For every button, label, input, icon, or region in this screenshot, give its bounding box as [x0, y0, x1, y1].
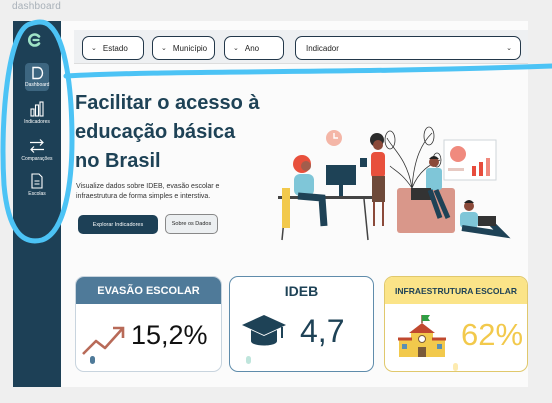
dropout-card[interactable]: EVASÃO ESCOLAR 15,2% [75, 276, 222, 372]
sidebar: Dashboard Indicadores Comparações Escola… [13, 21, 61, 387]
hero-title-line: educação básica [75, 121, 236, 143]
screenshot-stage: dashboard Dashboard Indicadores Comparaç… [0, 0, 552, 403]
file-list-icon [31, 173, 43, 189]
ideb-card[interactable]: IDEB 4,7 [229, 276, 374, 372]
window-label: dashboard [12, 1, 62, 12]
hero-illustration [278, 126, 511, 241]
sidebar-item-label: Escolas [28, 191, 46, 197]
person-floor [460, 200, 511, 239]
chevron-down-icon: ⌄ [506, 45, 512, 52]
document-icon [32, 66, 44, 80]
indicador-select[interactable]: Indicador ⌄ [295, 36, 521, 60]
monitor-icon [326, 165, 356, 185]
hero-subtitle: Visualize dados sobre IDEB, evasão escol… [76, 183, 220, 200]
municipio-select-value: Município [172, 43, 208, 53]
swap-arrows-icon [30, 139, 44, 153]
estado-select[interactable]: ⌄ Estado [82, 36, 144, 60]
card-title: EVASÃO ESCOLAR [76, 277, 221, 304]
card-indicator-dot [246, 356, 251, 364]
card-title: IDEB [284, 282, 319, 299]
card-indicator-dot [453, 363, 458, 371]
school-building-icon [398, 315, 446, 357]
app-logo-icon [27, 33, 41, 47]
wall-chart-board [443, 139, 497, 181]
infrastructure-value: 62% [461, 317, 524, 352]
municipio-select[interactable]: ⌄ Município [152, 36, 215, 60]
sidebar-item-label: Dashboard [25, 82, 50, 88]
person-sitting [282, 155, 328, 228]
sidebar-item-active-bg: Dashboard [25, 63, 49, 91]
trend-up-icon [82, 326, 125, 355]
hero-title: Facilitar o acesso à educação básica no … [75, 89, 260, 176]
card-indicator-dot [90, 356, 95, 364]
chevron-down-icon: ⌄ [161, 45, 167, 52]
sidebar-item-comparacoes[interactable]: Comparações [15, 138, 59, 162]
card-title: INFRAESTRUTURA ESCOLAR [385, 277, 527, 304]
infrastructure-card[interactable]: INFRAESTRUTURA ESCOLAR 62% [384, 276, 528, 372]
hero-title-line: no Brasil [75, 150, 161, 172]
filter-bar: ⌄ Estado ⌄ Município ⌄ Ano Indicador ⌄ [74, 30, 528, 64]
dropout-value: 15,2% [131, 320, 208, 350]
sidebar-item-escolas[interactable]: Escolas [15, 173, 59, 197]
sidebar-item-dashboard[interactable]: Dashboard [15, 63, 59, 91]
indicador-select-value: Indicador [306, 43, 339, 53]
estado-select-value: Estado [102, 43, 128, 53]
wall-clock-icon [326, 130, 342, 146]
bar-chart-icon [30, 101, 44, 117]
chevron-down-icon: ⌄ [91, 45, 97, 52]
about-data-button[interactable]: Sobre os Dados [165, 214, 218, 234]
sidebar-item-indicadores[interactable]: Indicadores [15, 101, 59, 125]
explore-indicators-button[interactable]: Explorar Indicadores [78, 215, 158, 234]
ideb-value: 4,7 [300, 313, 345, 349]
sidebar-item-label: Comparações [21, 156, 53, 162]
sidebar-item-label: Indicadores [24, 119, 50, 125]
ano-select-value: Ano [244, 43, 260, 53]
chevron-down-icon: ⌄ [233, 45, 239, 52]
person-standing [360, 133, 385, 226]
ano-select[interactable]: ⌄ Ano [224, 36, 284, 60]
graduation-cap-icon [242, 315, 286, 346]
hero-title-line: Facilitar o acesso à [75, 92, 260, 114]
